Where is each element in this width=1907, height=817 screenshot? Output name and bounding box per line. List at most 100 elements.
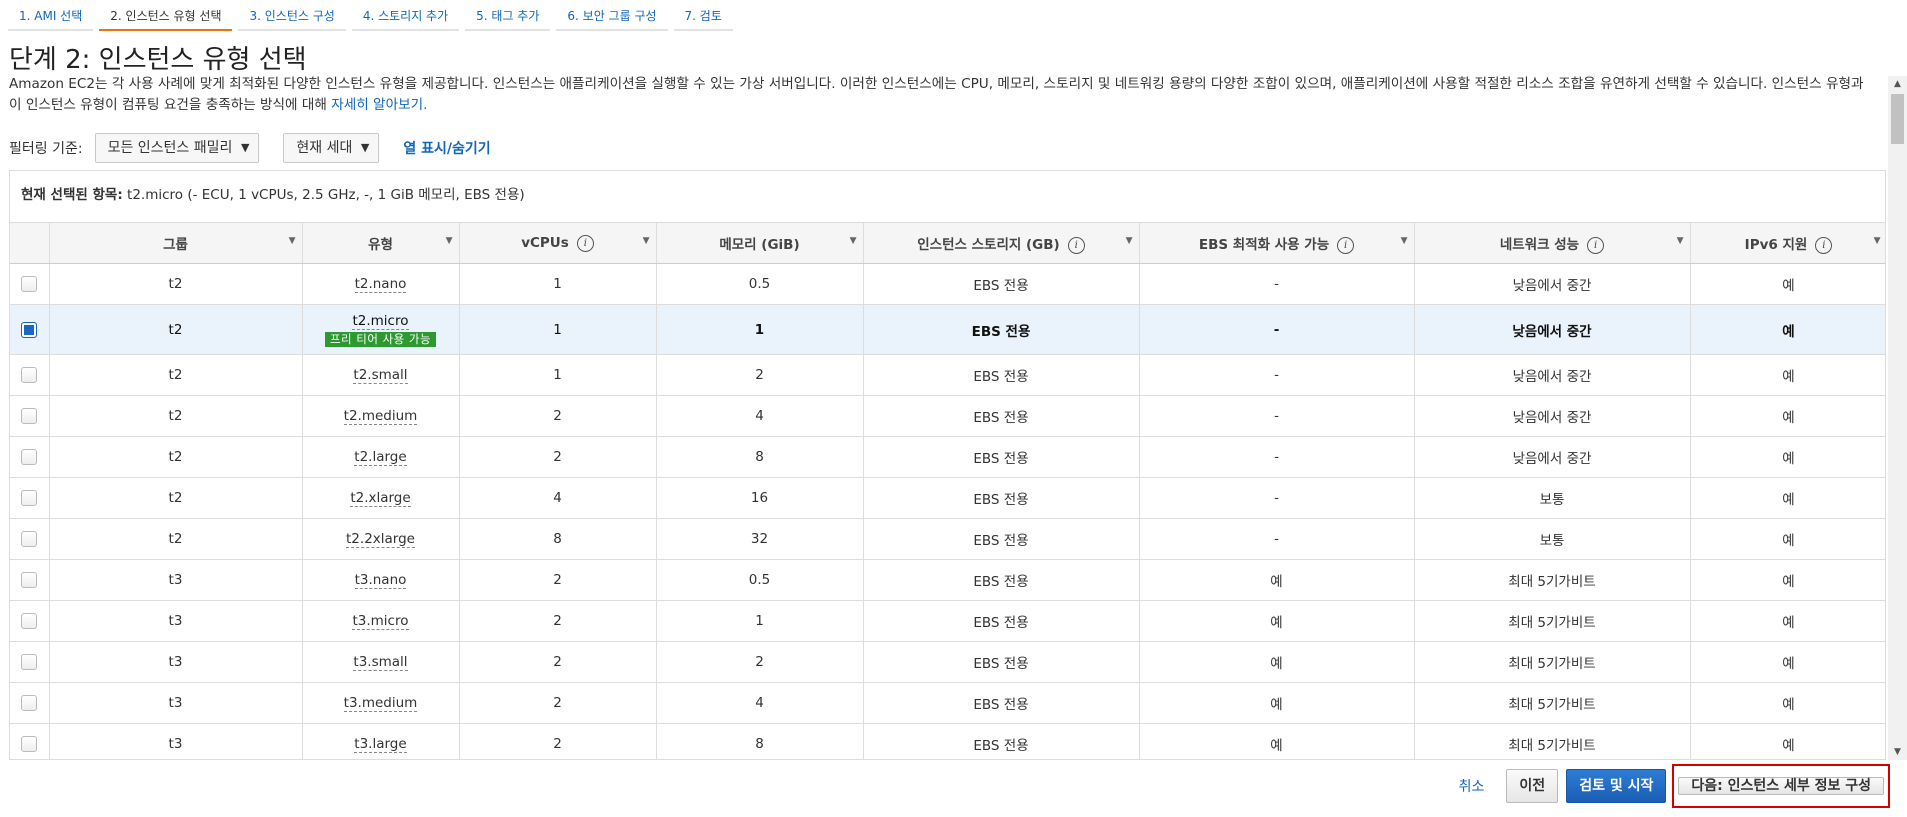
previous-button[interactable]: 이전 <box>1506 769 1559 803</box>
instance-type-name[interactable]: t2.large <box>354 449 407 466</box>
selected-instance-summary: 현재 선택된 항목: t2.micro (- ECU, 1 vCPUs, 2.5… <box>9 170 1886 222</box>
table-row[interactable]: t2 t2.nano 1 0.5 EBS 전용 - 낮음에서 중간 예 <box>10 263 1885 305</box>
tab-review[interactable]: 7. 검토 <box>673 0 733 31</box>
tab-add-tags[interactable]: 5. 태그 추가 <box>465 0 551 31</box>
row-checkbox[interactable] <box>21 490 38 506</box>
table-row[interactable]: t2 t2.large 2 8 EBS 전용 - 낮음에서 중간 예 <box>10 436 1885 478</box>
row-select-cell <box>10 354 50 396</box>
instance-type-name[interactable]: t2.micro <box>352 313 409 330</box>
instance-type-name[interactable]: t2.nano <box>354 276 407 293</box>
free-tier-badge: 프리 티어 사용 가능 <box>324 331 437 347</box>
row-select-cell <box>10 600 50 642</box>
cell-ipv6: 예 <box>1690 354 1885 396</box>
instance-type-name[interactable]: t3.nano <box>354 572 407 589</box>
scroll-down-arrow-icon[interactable]: ▼ <box>1888 744 1907 760</box>
show-hide-columns-link[interactable]: 열 표시/숨기기 <box>403 138 490 158</box>
table-row[interactable]: t2 t2.2xlarge 8 32 EBS 전용 - 보통 예 <box>10 518 1885 560</box>
instance-type-name[interactable]: t2.small <box>353 367 408 384</box>
table-row[interactable]: t3 t3.micro 2 1 EBS 전용 예 최대 5기가비트 예 <box>10 600 1885 642</box>
cell-ipv6: 예 <box>1690 477 1885 519</box>
column-header-ebs-optimized[interactable]: EBS 최적화 사용 가능 i ▼ <box>1139 223 1415 264</box>
column-header-instance-storage[interactable]: 인스턴스 스토리지 (GB) i ▼ <box>863 223 1140 264</box>
cell-type: t3.medium <box>302 682 460 724</box>
row-checkbox[interactable] <box>21 613 38 629</box>
page-title: 단계 2: 인스턴스 유형 선택 <box>9 45 307 75</box>
next-configure-instance-button[interactable]: 다음: 인스턴스 세부 정보 구성 <box>1678 777 1884 795</box>
cell-type: t2.medium <box>302 395 460 437</box>
column-header-memory[interactable]: 메모리 (GiB) ▼ <box>656 223 864 264</box>
column-header-vcpus[interactable]: vCPUs i ▼ <box>459 223 657 264</box>
info-icon[interactable]: i <box>1587 236 1605 254</box>
cell-type: t2.micro 프리 티어 사용 가능 <box>302 304 460 355</box>
column-header-ipv6[interactable]: IPv6 지원 i ▼ <box>1690 223 1885 264</box>
cell-network: 최대 5기가비트 <box>1414 559 1691 601</box>
cell-storage: EBS 전용 <box>863 304 1140 355</box>
info-icon[interactable]: i <box>1815 236 1833 254</box>
cell-ebs-opt: - <box>1139 436 1415 478</box>
cell-type: t2.xlarge <box>302 477 460 519</box>
column-header-group[interactable]: 그룹 ▼ <box>49 223 303 264</box>
sort-icon: ▼ <box>1400 236 1408 246</box>
cell-network: 최대 5기가비트 <box>1414 682 1691 724</box>
row-checkbox[interactable] <box>21 449 38 465</box>
column-header-type[interactable]: 유형 ▼ <box>302 223 460 264</box>
scroll-up-arrow-icon[interactable]: ▲ <box>1888 76 1907 92</box>
vertical-scrollbar[interactable]: ▲ ▼ <box>1888 76 1907 760</box>
row-checkbox[interactable] <box>21 736 38 752</box>
instance-type-table-container: 그룹 ▼ 유형 ▼ vCPUs i ▼ 메모리 (GiB) ▼ 인스턴스 스토리지 (GB… <box>9 222 1886 760</box>
cell-network: 보통 <box>1414 477 1691 519</box>
instance-type-name[interactable]: t3.large <box>354 736 407 753</box>
table-row[interactable]: t2 t2.micro 프리 티어 사용 가능 1 1 EBS 전용 - 낮음에서 중간 예 <box>10 304 1885 355</box>
review-and-launch-button[interactable]: 검토 및 시작 <box>1566 769 1667 803</box>
instance-family-select[interactable]: 모든 인스턴스 패밀리 ▼ <box>94 133 260 163</box>
instance-type-name[interactable]: t2.medium <box>343 408 418 425</box>
cell-storage: EBS 전용 <box>863 559 1140 601</box>
cell-ebs-opt: 예 <box>1139 559 1415 601</box>
instance-type-name[interactable]: t3.small <box>353 654 408 671</box>
row-checkbox[interactable] <box>21 321 38 338</box>
column-header-network[interactable]: 네트워크 성능 i ▼ <box>1414 223 1691 264</box>
row-checkbox[interactable] <box>21 408 38 424</box>
row-checkbox[interactable] <box>21 695 38 711</box>
table-row[interactable]: t3 t3.nano 2 0.5 EBS 전용 예 최대 5기가비트 예 <box>10 559 1885 601</box>
tab-instance-type[interactable]: 2. 인스턴스 유형 선택 <box>99 0 233 31</box>
instance-type-name[interactable]: t2.2xlarge <box>346 531 415 548</box>
row-select-cell <box>10 263 50 305</box>
info-icon[interactable]: i <box>1067 236 1085 254</box>
cell-ipv6: 예 <box>1690 304 1885 355</box>
row-checkbox[interactable] <box>21 654 38 670</box>
tab-configure-instance[interactable]: 3. 인스턴스 구성 <box>238 0 346 31</box>
cell-ebs-opt: 예 <box>1139 641 1415 683</box>
sort-icon: ▼ <box>288 236 296 246</box>
table-row[interactable]: t3 t3.medium 2 4 EBS 전용 예 최대 5기가비트 예 <box>10 682 1885 724</box>
generation-select[interactable]: 현재 세대 ▼ <box>283 133 380 163</box>
table-row[interactable]: t3 t3.small 2 2 EBS 전용 예 최대 5기가비트 예 <box>10 641 1885 683</box>
row-checkbox[interactable] <box>21 276 38 292</box>
instance-type-name[interactable]: t3.medium <box>343 695 418 712</box>
filter-bar: 필터링 기준: 모든 인스턴스 패밀리 ▼ 현재 세대 ▼ 열 표시/숨기기 <box>9 132 491 164</box>
instance-type-name[interactable]: t3.micro <box>352 613 409 630</box>
learn-more-link[interactable]: 자세히 알아보기. <box>331 97 427 113</box>
table-row[interactable]: t2 t2.small 1 2 EBS 전용 - 낮음에서 중간 예 <box>10 354 1885 396</box>
sort-icon: ▼ <box>1676 236 1684 246</box>
table-row[interactable]: t2 t2.medium 2 4 EBS 전용 - 낮음에서 중간 예 <box>10 395 1885 437</box>
scrollbar-thumb[interactable] <box>1891 94 1904 144</box>
tab-add-storage[interactable]: 4. 스토리지 추가 <box>351 0 460 31</box>
table-row[interactable]: t3 t3.large 2 8 EBS 전용 예 최대 5기가비트 예 <box>10 723 1885 759</box>
row-checkbox[interactable] <box>21 367 38 383</box>
info-icon[interactable]: i <box>1337 236 1355 254</box>
info-icon[interactable]: i <box>576 234 594 252</box>
cell-storage: EBS 전용 <box>863 395 1140 437</box>
row-checkbox[interactable] <box>21 572 38 588</box>
tab-security-group[interactable]: 6. 보안 그룹 구성 <box>556 0 668 31</box>
cancel-link[interactable]: 취소 <box>1459 776 1485 796</box>
cell-network: 최대 5기가비트 <box>1414 723 1691 759</box>
cell-storage: EBS 전용 <box>863 263 1140 305</box>
table-row[interactable]: t2 t2.xlarge 4 16 EBS 전용 - 보통 예 <box>10 477 1885 519</box>
instance-type-table: 그룹 ▼ 유형 ▼ vCPUs i ▼ 메모리 (GiB) ▼ 인스턴스 스토리지 (GB… <box>10 223 1885 759</box>
row-select-cell <box>10 641 50 683</box>
row-checkbox[interactable] <box>21 531 38 547</box>
tab-ami[interactable]: 1. AMI 선택 <box>8 0 94 31</box>
cell-storage: EBS 전용 <box>863 477 1140 519</box>
instance-type-name[interactable]: t2.xlarge <box>350 490 411 507</box>
